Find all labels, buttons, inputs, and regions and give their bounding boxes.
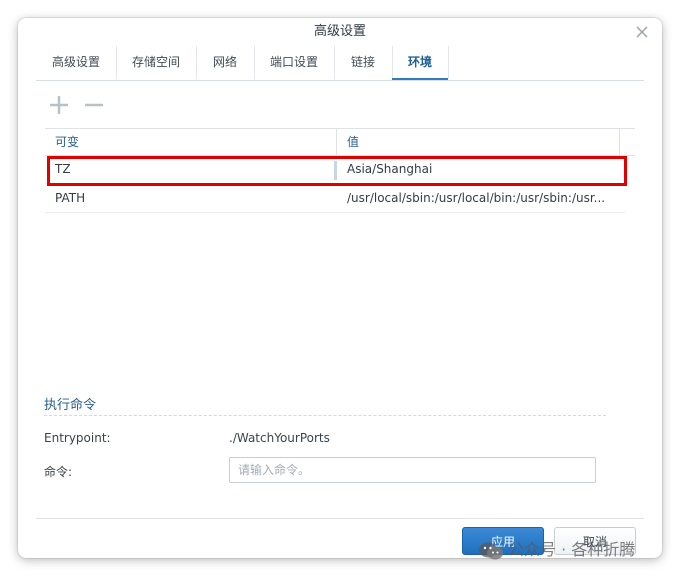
- column-header-value[interactable]: 值: [337, 129, 619, 155]
- dialog-title: 高级设置: [313, 24, 366, 39]
- plus-icon[interactable]: [48, 94, 70, 116]
- env-name-cell[interactable]: TZ: [45, 155, 336, 183]
- advanced-settings-dialog: 高级设置 高级设置 存储空间 网络 端口设置 链接 环境 可变 值 TZ Asi: [18, 18, 662, 558]
- table-row[interactable]: PATH /usr/local/sbin:/usr/local/bin:/usr…: [45, 184, 625, 213]
- env-value-cell[interactable]: /usr/local/sbin:/usr/local/bin:/usr/sbin…: [337, 184, 625, 212]
- apply-button[interactable]: 应用: [462, 527, 544, 555]
- cell-edit-indicator: [334, 161, 337, 180]
- entrypoint-label: Entrypoint:: [44, 431, 111, 445]
- section-divider: [44, 415, 606, 416]
- env-name-cell[interactable]: PATH: [45, 184, 336, 212]
- env-value-cell[interactable]: Asia/Shanghai: [337, 155, 625, 183]
- cancel-button[interactable]: 取消: [554, 527, 636, 555]
- minus-icon[interactable]: [83, 94, 105, 116]
- tab-bar: 高级设置 存储空间 网络 端口设置 链接 环境: [36, 46, 644, 81]
- column-header-variable[interactable]: 可变: [45, 129, 336, 155]
- environment-table: 可变 值 TZ Asia/Shanghai PATH /usr/local/sb…: [45, 128, 635, 213]
- tab-links[interactable]: 链接: [334, 46, 393, 79]
- column-divider: [619, 129, 620, 155]
- tab-port-settings[interactable]: 端口设置: [254, 46, 335, 79]
- table-header: 可变 值: [45, 128, 635, 156]
- tab-network[interactable]: 网络: [196, 46, 255, 79]
- command-input[interactable]: [229, 457, 596, 483]
- close-icon[interactable]: [634, 24, 650, 40]
- tab-storage[interactable]: 存储空间: [116, 46, 197, 79]
- entrypoint-value: ./WatchYourPorts: [229, 431, 330, 445]
- tab-advanced[interactable]: 高级设置: [36, 46, 117, 79]
- footer-divider: [36, 518, 644, 519]
- tab-environment[interactable]: 环境: [392, 46, 449, 80]
- command-label: 命令:: [44, 465, 73, 479]
- exec-section-title: 执行命令: [44, 398, 97, 413]
